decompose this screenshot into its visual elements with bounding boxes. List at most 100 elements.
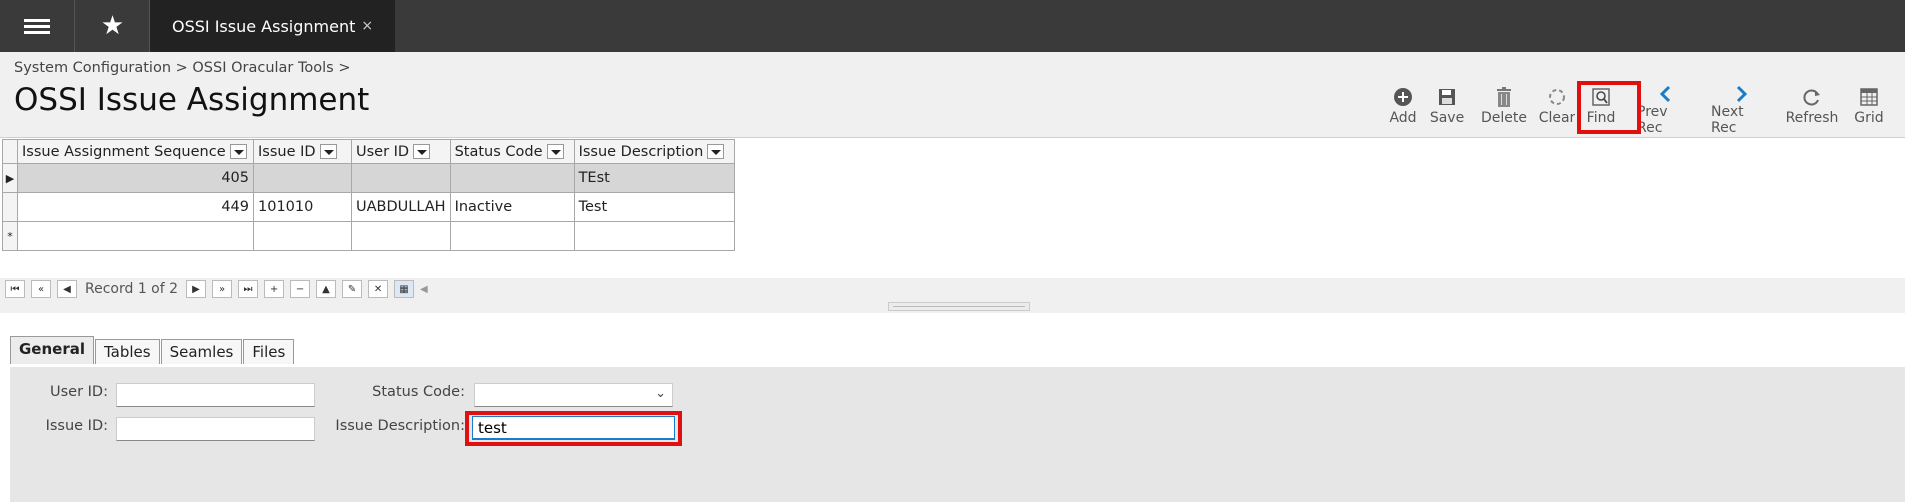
status-code-select[interactable]: ⌄ bbox=[474, 383, 673, 407]
status-code-label: Status Code: bbox=[372, 384, 465, 400]
column-header-status-code[interactable]: Status Code bbox=[449, 139, 575, 164]
tab-general[interactable]: General bbox=[10, 336, 94, 364]
row-selector[interactable] bbox=[2, 192, 18, 222]
add-label: Add bbox=[1389, 110, 1417, 126]
chevron-down-icon[interactable] bbox=[707, 144, 725, 159]
hamburger-menu-button[interactable] bbox=[0, 0, 75, 52]
issue-id-field[interactable] bbox=[116, 417, 315, 441]
refresh-label: Refresh bbox=[1785, 110, 1839, 126]
next-page-icon[interactable]: » bbox=[212, 280, 233, 298]
user-id-field[interactable] bbox=[116, 383, 315, 407]
cell-user-id[interactable] bbox=[351, 221, 451, 251]
tab-title: OSSI Issue Assignment bbox=[172, 16, 356, 36]
cell-issue-description[interactable]: TEst bbox=[573, 163, 735, 193]
cell-issue-id[interactable] bbox=[253, 221, 352, 251]
results-grid-area: Issue Assignment Sequence Issue ID User … bbox=[0, 137, 1905, 278]
grid-header-row: Issue Assignment Sequence Issue ID User … bbox=[2, 139, 735, 164]
issue-description-highlight-box bbox=[465, 411, 682, 446]
find-highlight-box bbox=[1577, 81, 1641, 134]
detail-tabs: General Tables Seamles Files bbox=[10, 336, 295, 364]
star-icon: ★ bbox=[100, 11, 125, 41]
cell-status-code[interactable] bbox=[449, 221, 575, 251]
column-label: User ID bbox=[356, 143, 410, 160]
last-record-icon[interactable]: ⏭ bbox=[238, 280, 259, 298]
tab-files[interactable]: Files bbox=[243, 339, 295, 364]
grid-label: Grid bbox=[1854, 110, 1884, 126]
prev-record-icon[interactable]: ◀ bbox=[57, 280, 77, 298]
cell-sequence[interactable]: 405 bbox=[17, 163, 254, 193]
chevron-right-icon bbox=[1733, 84, 1749, 104]
column-header-issue-description[interactable]: Issue Description bbox=[573, 139, 735, 164]
next-record-icon[interactable]: ▶ bbox=[186, 280, 207, 298]
cell-issue-description[interactable] bbox=[573, 221, 735, 251]
cell-status-code[interactable]: Inactive bbox=[449, 192, 575, 222]
chevron-down-icon[interactable] bbox=[319, 144, 337, 159]
column-header-sequence[interactable]: Issue Assignment Sequence bbox=[17, 139, 254, 164]
menu-icon bbox=[24, 16, 50, 37]
post-edit-icon[interactable]: ▲ bbox=[316, 280, 337, 298]
add-button[interactable]: Add bbox=[1385, 84, 1421, 132]
cancel-edit-icon[interactable]: ✕ bbox=[368, 280, 389, 298]
record-counter: Record 1 of 2 bbox=[85, 281, 179, 297]
chevron-down-icon[interactable] bbox=[546, 144, 564, 159]
save-label: Save bbox=[1429, 110, 1465, 126]
next-rec-button[interactable]: Next Rec bbox=[1711, 84, 1771, 136]
issue-id-label: Issue ID: bbox=[45, 418, 108, 434]
cell-issue-id[interactable] bbox=[253, 163, 352, 193]
tab-ossi-issue-assignment[interactable]: OSSI Issue Assignment × bbox=[150, 0, 395, 52]
detail-panel: General Tables Seamles Files bbox=[0, 313, 1905, 502]
delete-button[interactable]: Delete bbox=[1481, 84, 1527, 132]
delete-record-icon[interactable]: − bbox=[290, 280, 311, 298]
tab-tables[interactable]: Tables bbox=[95, 339, 160, 364]
issue-description-label: Issue Description: bbox=[335, 418, 465, 434]
cell-user-id[interactable]: UABDULLAH bbox=[351, 192, 451, 222]
tab-seamles[interactable]: Seamles bbox=[160, 339, 243, 364]
user-id-label: User ID: bbox=[50, 384, 108, 400]
splitter-handle[interactable] bbox=[888, 302, 1030, 311]
prev-rec-button[interactable]: Prev Rec bbox=[1637, 84, 1695, 136]
prev-page-icon[interactable]: « bbox=[31, 280, 51, 298]
column-header-issue-id[interactable]: Issue ID bbox=[253, 139, 352, 164]
scroll-left-icon[interactable]: ◀ bbox=[420, 284, 428, 295]
new-row-icon[interactable]: * bbox=[2, 221, 18, 251]
chevron-down-icon[interactable] bbox=[413, 144, 431, 159]
row-selector-header bbox=[2, 139, 18, 164]
clear-icon bbox=[1547, 84, 1567, 110]
cell-sequence[interactable] bbox=[17, 221, 254, 251]
cell-sequence[interactable]: 449 bbox=[17, 192, 254, 222]
edit-record-icon[interactable]: ✎ bbox=[342, 280, 363, 298]
cell-status-code[interactable] bbox=[449, 163, 575, 193]
delete-label: Delete bbox=[1481, 110, 1527, 126]
current-row-icon[interactable]: ▶ bbox=[2, 163, 18, 193]
cell-user-id[interactable] bbox=[351, 163, 451, 193]
grid-options-icon[interactable]: ▦ bbox=[394, 280, 415, 298]
cell-issue-description[interactable]: Test bbox=[573, 192, 735, 222]
favorites-button[interactable]: ★ bbox=[76, 0, 150, 52]
breadcrumb[interactable]: System Configuration > OSSI Oracular Too… bbox=[14, 60, 350, 76]
grid-button[interactable]: Grid bbox=[1851, 84, 1887, 132]
chevron-down-icon: ⌄ bbox=[655, 386, 666, 401]
grid-icon bbox=[1859, 84, 1879, 110]
new-row[interactable]: * bbox=[2, 221, 735, 251]
close-icon[interactable]: × bbox=[361, 18, 373, 34]
table-row[interactable]: 449 101010 UABDULLAH Inactive Test bbox=[2, 192, 735, 222]
floppy-icon bbox=[1437, 84, 1457, 110]
clear-label: Clear bbox=[1539, 110, 1575, 126]
page-title: OSSI Issue Assignment bbox=[14, 82, 370, 118]
column-label: Issue Description bbox=[578, 143, 704, 160]
refresh-button[interactable]: Refresh bbox=[1785, 84, 1839, 132]
chevron-down-icon[interactable] bbox=[229, 144, 247, 159]
results-grid: Issue Assignment Sequence Issue ID User … bbox=[2, 139, 735, 251]
refresh-icon bbox=[1802, 84, 1822, 110]
plus-circle-icon bbox=[1393, 84, 1413, 110]
table-row[interactable]: ▶ 405 TEst bbox=[2, 163, 735, 193]
column-header-user-id[interactable]: User ID bbox=[351, 139, 451, 164]
save-button[interactable]: Save bbox=[1429, 84, 1465, 132]
first-record-icon[interactable]: ⏮ bbox=[5, 280, 25, 298]
chevron-left-icon bbox=[1658, 84, 1674, 104]
clear-button[interactable]: Clear bbox=[1539, 84, 1575, 132]
trash-icon bbox=[1494, 84, 1514, 110]
record-navigator: ⏮ « ◀ Record 1 of 2 ▶ » ⏭ + − ▲ ✎ ✕ ▦ ◀ bbox=[0, 278, 1905, 300]
cell-issue-id[interactable]: 101010 bbox=[253, 192, 352, 222]
add-record-icon[interactable]: + bbox=[264, 280, 285, 298]
